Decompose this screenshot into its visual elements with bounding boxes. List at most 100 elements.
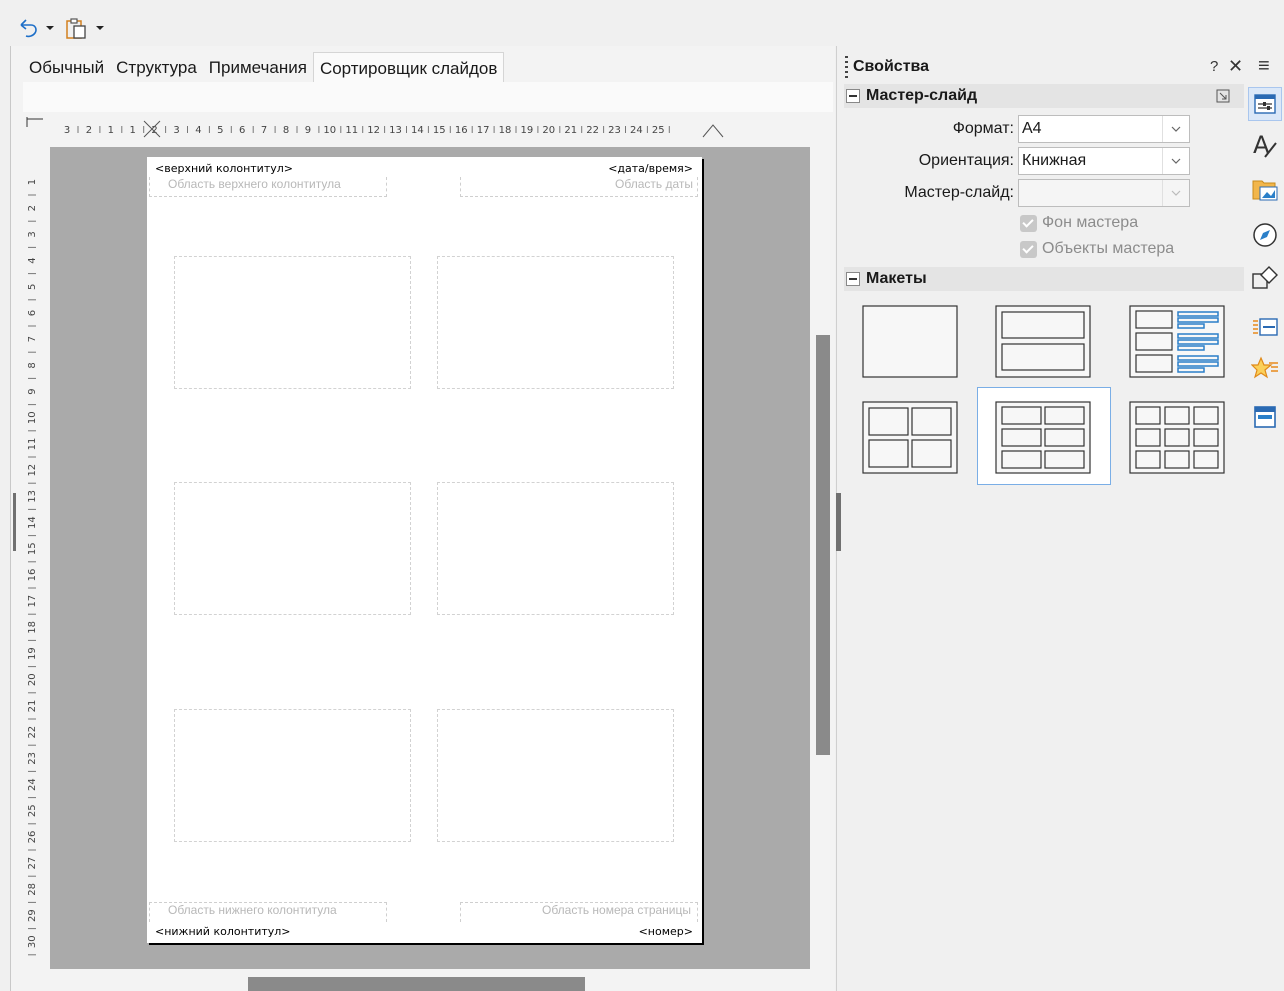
- deck-master-slides-button[interactable]: [1248, 400, 1282, 434]
- master-background-checkbox[interactable]: Фон мастера: [1020, 214, 1138, 232]
- view-tabs: Обычный Структура Примечания Сортировщик…: [23, 52, 505, 83]
- ruler-label: 23: [27, 752, 38, 765]
- horizontal-ruler[interactable]: 3 2 1 1 2 3 4 5 6 7 8 9 10 11 12 13 14 15 16 17 18 19 20 21 22 23…: [23, 115, 810, 145]
- ruler-label: 30: [27, 935, 38, 948]
- orientation-value: Книжная: [1022, 152, 1087, 169]
- ruler-label: 15: [433, 125, 446, 136]
- page-number-area: Область номера страницы: [460, 902, 698, 922]
- ruler-label: 5: [27, 284, 38, 290]
- help-button[interactable]: ?: [1210, 58, 1218, 75]
- ruler-label: 24: [27, 778, 38, 791]
- deck-shapes-button[interactable]: [1248, 262, 1282, 296]
- ruler-label: 18: [499, 125, 512, 136]
- ruler-label: 11: [345, 125, 358, 136]
- sidebar-menu-button[interactable]: ≡: [1258, 55, 1270, 78]
- slide-placeholder: [437, 256, 674, 389]
- ruler-label: 13: [389, 125, 402, 136]
- ruler-label: 16: [455, 125, 468, 136]
- drag-handle-icon[interactable]: [845, 56, 848, 80]
- animation-icon: [1251, 356, 1278, 379]
- vertical-scrollbar[interactable]: [816, 335, 830, 755]
- ruler-label: 1: [108, 125, 114, 136]
- ruler-label: 1: [27, 179, 38, 185]
- format-label: Формат:: [952, 120, 1014, 137]
- master-objects-checkbox[interactable]: Объекты мастера: [1020, 240, 1174, 258]
- paste-button[interactable]: [64, 14, 88, 42]
- ruler-label: 21: [564, 125, 577, 136]
- ruler-label: 7: [261, 125, 267, 136]
- ruler-label: 15: [27, 542, 38, 555]
- tab-slide-sorter[interactable]: Сортировщик слайдов: [312, 52, 505, 83]
- deck-animation-button[interactable]: [1248, 352, 1282, 386]
- ruler-label: 20: [27, 673, 38, 686]
- ruler-label: 14: [411, 125, 424, 136]
- footer-label: <нижний колонтитул>: [155, 925, 291, 938]
- tab-notes[interactable]: Примечания: [203, 52, 313, 82]
- master-slide-section-header[interactable]: Мастер-слайд: [844, 84, 1244, 108]
- collapse-icon[interactable]: [846, 89, 860, 103]
- collapse-icon[interactable]: [846, 272, 860, 286]
- format-select[interactable]: A4: [1018, 115, 1190, 143]
- chevron-down-icon: [1162, 180, 1189, 206]
- ruler-label: 8: [283, 125, 289, 136]
- undo-dropdown[interactable]: [45, 14, 55, 42]
- ruler-label: 25: [652, 125, 665, 136]
- more-options-icon: [1216, 89, 1230, 103]
- ruler-label: 14: [27, 516, 38, 529]
- ruler-label: 3: [173, 125, 179, 136]
- deck-navigator-button[interactable]: [1248, 218, 1282, 252]
- master-slide-select[interactable]: [1018, 179, 1190, 207]
- deck-properties-button[interactable]: [1248, 87, 1282, 121]
- sidebar-title: Свойства: [853, 58, 930, 75]
- slide-placeholder: [437, 709, 674, 842]
- ruler-label: 18: [27, 621, 38, 634]
- vertical-ruler[interactable]: 1 2 3 4 5 6 7 8 9 10 11 12 13 14 15 16 17 18 19 20 21 22 23 24 2…: [16, 145, 48, 965]
- chevron-down-icon: [1162, 116, 1189, 142]
- tab-outline[interactable]: Структура: [110, 52, 203, 82]
- layout-four[interactable]: [862, 401, 958, 474]
- more-options-button[interactable]: [1216, 89, 1230, 103]
- layout-blank[interactable]: [862, 305, 958, 378]
- ruler-label: 5: [217, 125, 223, 136]
- deck-styles-button[interactable]: A: [1248, 128, 1282, 162]
- ruler-label: 22: [27, 726, 38, 739]
- layout-two-rows[interactable]: [995, 305, 1091, 378]
- layout-notes[interactable]: [1129, 305, 1225, 378]
- tab-normal[interactable]: Обычный: [23, 52, 110, 82]
- layout-nine[interactable]: [1129, 401, 1225, 474]
- close-button[interactable]: ✕: [1228, 56, 1243, 77]
- ruler-label: 16: [27, 569, 38, 582]
- toolbar: [0, 0, 1284, 46]
- deck-slide-transition-button[interactable]: [1248, 310, 1282, 344]
- ruler-label: 22: [586, 125, 599, 136]
- layouts-section-header[interactable]: Макеты: [844, 267, 1244, 291]
- properties-icon: [1254, 94, 1276, 114]
- date-area: Область даты: [460, 177, 698, 197]
- master-slides-icon: [1254, 406, 1276, 428]
- horizontal-scrollbar[interactable]: [248, 977, 585, 991]
- page-number-label: <номер>: [638, 925, 693, 938]
- ruler-label: 23: [608, 125, 621, 136]
- deck-gallery-button[interactable]: [1248, 172, 1282, 206]
- paste-icon: [66, 18, 86, 39]
- undo-button[interactable]: [17, 14, 41, 42]
- paste-dropdown[interactable]: [95, 14, 105, 42]
- master-background-label: Фон мастера: [1042, 214, 1139, 231]
- ruler-label: 24: [630, 125, 643, 136]
- slide-placeholder: [174, 709, 411, 842]
- ruler-label: 9: [305, 125, 311, 136]
- ruler-label: 25: [27, 804, 38, 817]
- slide-transition-icon: [1253, 318, 1278, 336]
- sidebar-grip[interactable]: [836, 493, 841, 551]
- chevron-down-icon: [46, 26, 54, 30]
- ruler-indent-marker: [702, 124, 724, 138]
- format-value: A4: [1022, 120, 1042, 137]
- header-area: Область верхнего колонтитула: [149, 177, 387, 197]
- orientation-label: Ориентация:: [918, 152, 1014, 169]
- orientation-select[interactable]: Книжная: [1018, 147, 1190, 175]
- handout-page[interactable]: <верхний колонтитул> Область верхнего ко…: [147, 157, 702, 943]
- master-slide-label: Мастер-слайд:: [904, 184, 1014, 201]
- ruler-label: 17: [27, 595, 38, 608]
- layout-six-selected[interactable]: [977, 387, 1111, 485]
- checkbox-checked-icon: [1020, 214, 1037, 232]
